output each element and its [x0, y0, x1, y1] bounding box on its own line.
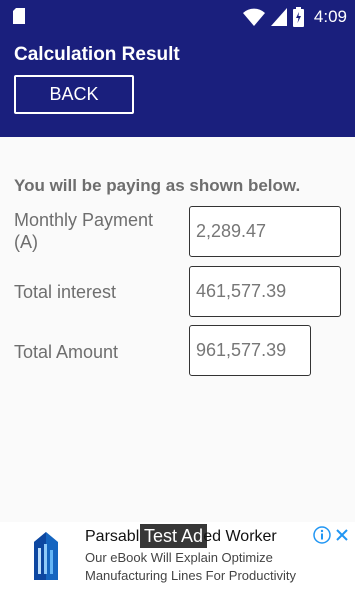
ad-logo-icon	[34, 532, 58, 580]
info-icon[interactable]	[313, 526, 331, 544]
monthly-payment-field[interactable]: 2,289.47	[189, 206, 341, 257]
status-icons: 4:09	[242, 5, 347, 29]
battery-charging-icon	[292, 7, 304, 27]
total-amount-field[interactable]: 961,577.39	[189, 325, 311, 376]
close-icon[interactable]	[335, 526, 349, 544]
result-heading: You will be paying as shown below.	[14, 176, 301, 195]
total-interest-field[interactable]: 461,577.39	[189, 266, 341, 317]
wifi-icon	[242, 8, 265, 26]
sd-card-icon	[13, 8, 25, 24]
ad-line-1: Our eBook Will Explain Optimize	[85, 550, 273, 565]
total-interest-label: Total interest	[14, 282, 117, 302]
ad-line-2: Manufacturing Lines For Productivity	[85, 568, 296, 583]
clock: 4:09	[313, 7, 347, 26]
total-amount-label: Total Amount	[14, 342, 119, 362]
test-ad-badge: Test Ad	[140, 524, 208, 548]
signal-icon	[270, 8, 287, 26]
app-bar: Calculation Result BACK	[0, 34, 355, 137]
page-title: Calculation Result	[14, 44, 180, 65]
monthly-payment-label: Monthly Payment (A)	[14, 210, 154, 252]
back-button[interactable]: BACK	[14, 75, 134, 114]
status-bar: 4:09	[0, 0, 355, 34]
ad-banner[interactable]: Parsabl ed Worker Test Ad Our eBook Will …	[0, 522, 355, 592]
